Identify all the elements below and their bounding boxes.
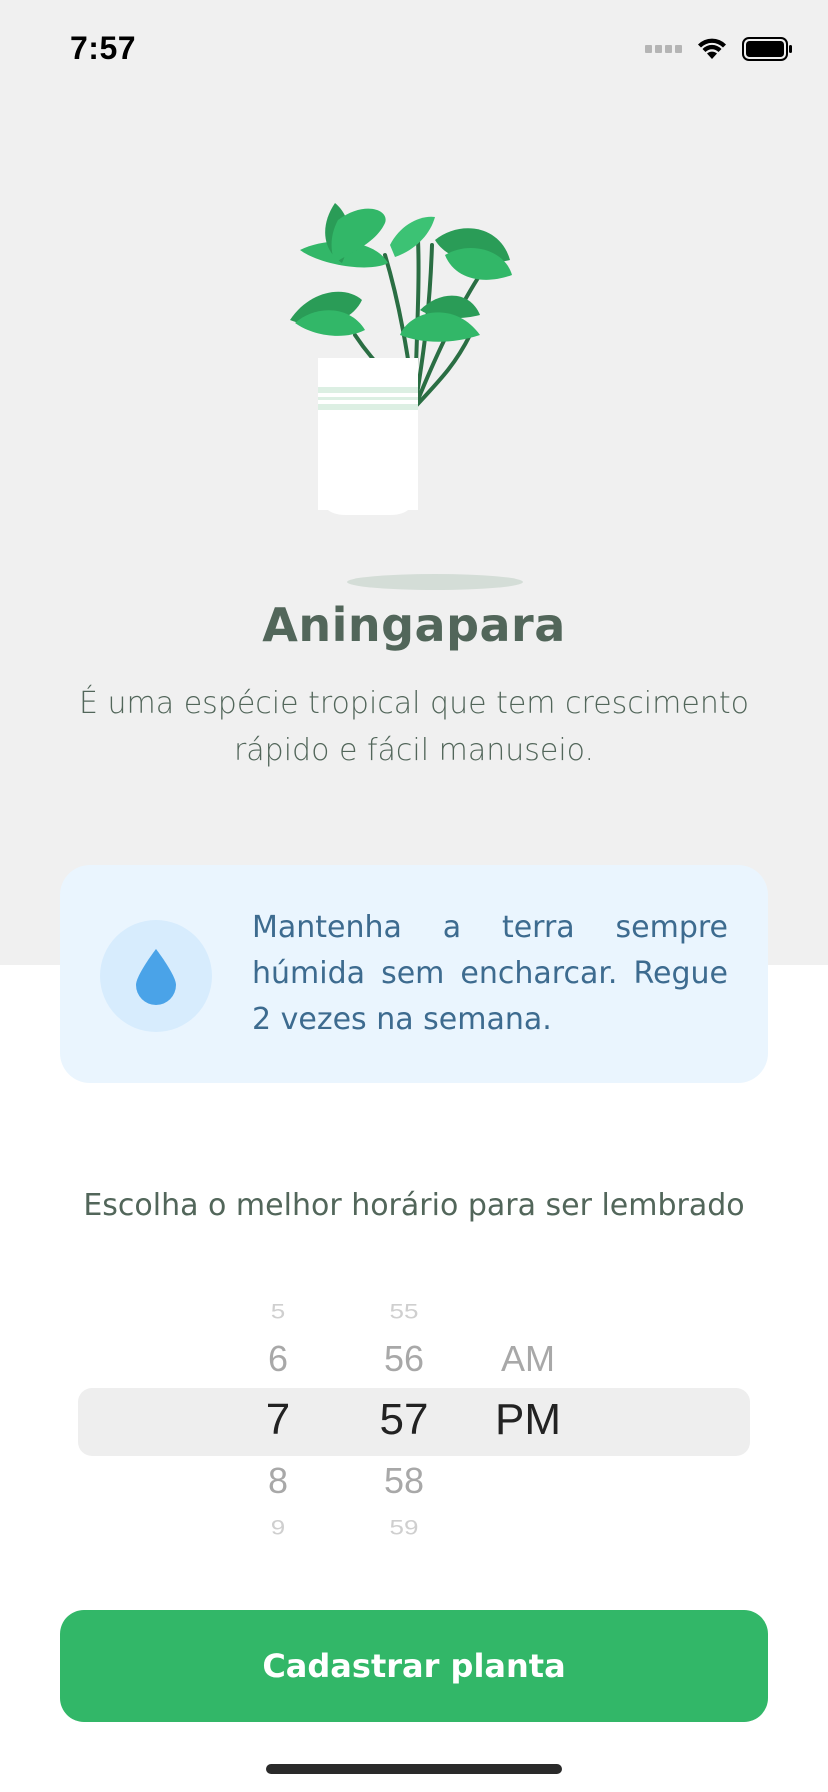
reminder-time-label: Escolha o melhor horário para ser lembra… (83, 1188, 745, 1223)
time-picker[interactable]: 5 6 7 8 9 55 56 57 58 59 AM PM (0, 1290, 828, 1550)
watering-tip-card: Mantenha a terra sempre húmida sem encha… (60, 865, 768, 1083)
minute-wheel[interactable]: 55 56 57 58 59 (344, 1290, 464, 1550)
period-option[interactable]: AM (468, 1338, 588, 1380)
wifi-icon (698, 38, 726, 59)
plant-name: Aningapara (262, 598, 566, 652)
hour-option-selected[interactable]: 7 (218, 1395, 338, 1445)
hour-wheel[interactable]: 5 6 7 8 9 (218, 1290, 338, 1550)
hour-option[interactable]: 9 (218, 1515, 338, 1540)
status-time: 7:57 (70, 30, 137, 66)
water-drop-icon (136, 949, 176, 1005)
period-option-selected[interactable]: PM (468, 1395, 588, 1445)
minute-option[interactable]: 59 (344, 1515, 464, 1540)
watering-tip-text: Mantenha a terra sempre húmida sem encha… (252, 910, 728, 1037)
status-icons (645, 34, 794, 64)
register-plant-button[interactable]: Cadastrar planta (60, 1610, 768, 1722)
hour-option[interactable]: 5 (218, 1299, 338, 1324)
minute-option[interactable]: 56 (344, 1338, 464, 1380)
plant-description: É uma espécie tropical que tem crescimen… (79, 686, 749, 768)
hour-option[interactable]: 8 (218, 1460, 338, 1502)
minute-option[interactable]: 58 (344, 1460, 464, 1502)
signal-icon (645, 45, 682, 53)
period-wheel[interactable]: AM PM (468, 1290, 588, 1550)
minute-option[interactable]: 55 (344, 1299, 464, 1324)
home-indicator[interactable] (266, 1764, 562, 1774)
potted-plant-illustration (290, 195, 580, 595)
status-bar: 7:57 (0, 0, 828, 100)
hour-option[interactable]: 6 (218, 1338, 338, 1380)
minute-option-selected[interactable]: 57 (344, 1395, 464, 1445)
water-drop-badge (100, 920, 212, 1032)
battery-icon (742, 37, 792, 61)
